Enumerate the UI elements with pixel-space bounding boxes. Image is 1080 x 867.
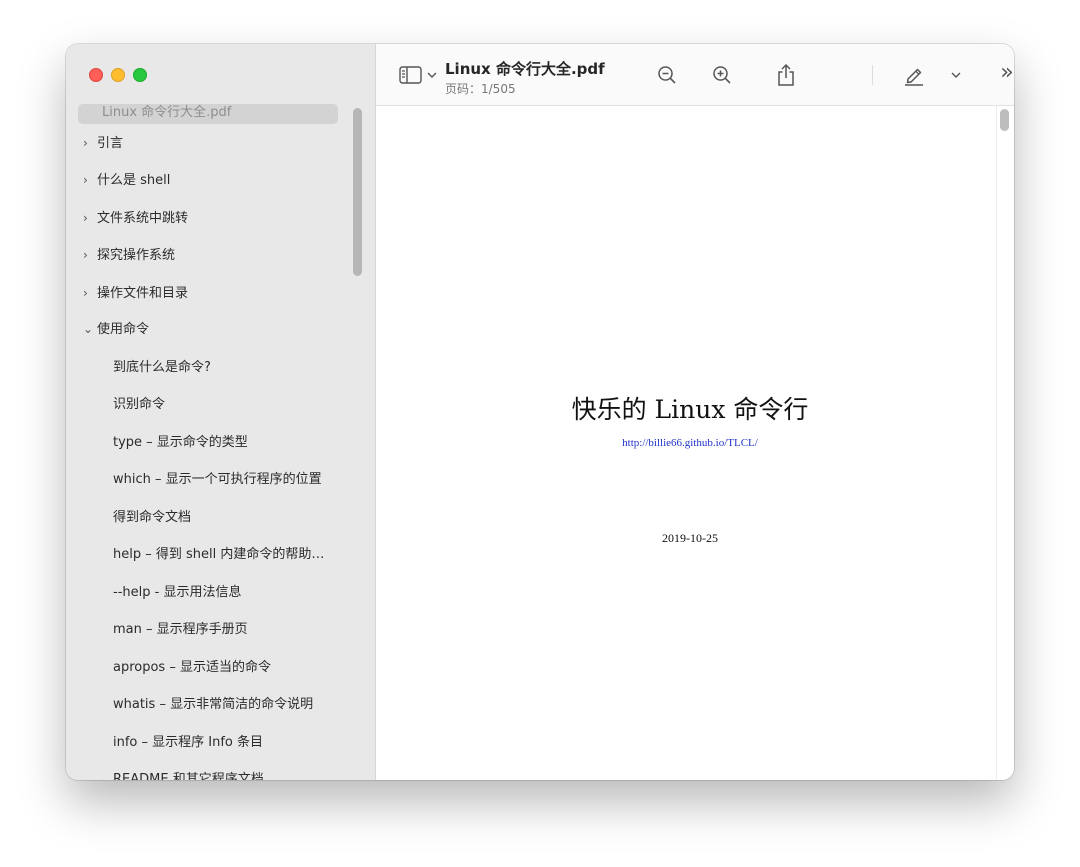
pdf-link[interactable]: http://billie66.github.io/TLCL/ [376,437,1004,449]
toolbar: Linux 命令行大全.pdf 页码：1/505 » [376,44,1014,106]
toc-subitem[interactable]: type – 显示命令的类型 [66,432,248,454]
page-edge [996,106,997,780]
toc-item-expanded[interactable]: ⌄ 使用命令 [66,319,149,341]
toc-subitem[interactable]: man – 显示程序手册页 [66,619,248,641]
toc-subitem[interactable]: --help - 显示用法信息 [66,582,241,604]
toc-item[interactable]: › 引言 [66,132,123,154]
document-pane[interactable]: 快乐的 Linux 命令行 http://billie66.github.io/… [376,106,1014,780]
toc-subitem[interactable]: info – 显示程序 Info 条目 [66,732,263,754]
toc-item-label: 操作文件和目录 [97,286,189,301]
zoom-in-icon [713,66,731,84]
toc-item-label: 文件系统中跳转 [97,211,189,226]
toc-subitem[interactable]: whatis – 显示非常简洁的命令说明 [66,694,313,716]
toc-item[interactable]: › 操作文件和目录 [66,282,188,304]
toc-item-label: 什么是 shell [97,173,171,188]
chevron-down-icon[interactable]: ⌄ [83,318,95,340]
zoom-in-button[interactable] [709,62,735,88]
more-chevrons-icon: » [1000,59,1014,85]
document-title-block: Linux 命令行大全.pdf 页码：1/505 [445,58,605,97]
toc-subitem[interactable]: 得到命令文档 [66,507,191,529]
toc-subitem[interactable]: README 和其它程序文档 [66,769,264,780]
preview-window: Linux 命令行大全.pdf › 引言 › 什么是 shell › 文件系统中跳转 … [66,44,1014,780]
document-row[interactable]: Linux 命令行大全.pdf [78,104,338,124]
toc-item[interactable]: › 探究操作系统 [66,244,175,266]
share-icon [778,63,794,86]
chevron-right-icon[interactable]: › [83,244,95,266]
chevron-right-icon[interactable]: › [83,282,95,304]
markup-button[interactable] [901,62,927,88]
sidebar: Linux 命令行大全.pdf › 引言 › 什么是 shell › 文件系统中跳转 … [66,44,376,780]
sidebar-toggle-icon [399,66,422,84]
toc-item-label: 探究操作系统 [97,248,176,263]
toc-subitem[interactable]: which – 显示一个可执行程序的位置 [66,469,322,491]
chevron-right-icon[interactable]: › [83,169,95,191]
markup-menu-button[interactable] [946,62,966,88]
page-indicator: 页码：1/505 [445,82,516,96]
document-title: Linux 命令行大全.pdf [445,60,605,78]
toc-subitem[interactable]: 到底什么是命令? [66,357,211,379]
pdf-page-title: 快乐的 Linux 命令行 [571,395,809,424]
toc-item[interactable]: › 文件系统中跳转 [66,207,188,229]
table-of-contents: Linux 命令行大全.pdf › 引言 › 什么是 shell › 文件系统中跳转 … [66,104,366,780]
toolbar-separator [872,65,873,85]
zoom-button[interactable] [133,68,147,82]
toc-subitem[interactable]: 识别命令 [66,394,165,416]
sidebar-toggle-button[interactable] [398,62,438,88]
document-scrollbar[interactable] [1000,109,1009,131]
zoom-out-button[interactable] [654,62,680,88]
pdf-date: 2019-10-25 [662,531,718,545]
minimize-button[interactable] [111,68,125,82]
highlight-pen-icon [905,68,923,86]
toc-item-label: 使用命令 [97,322,150,337]
share-button[interactable] [773,62,799,88]
close-button[interactable] [89,68,103,82]
chevron-down-icon [951,72,961,78]
sidebar-scrollbar[interactable] [353,108,362,276]
toc-subitem[interactable]: help – 得到 shell 内建命令的帮助… [66,544,324,566]
chevron-right-icon[interactable]: › [83,207,95,229]
toc-item[interactable]: › 什么是 shell [66,169,170,191]
zoom-out-icon [658,66,676,84]
window-controls [89,68,147,82]
chevron-down-icon [427,72,437,78]
chevron-right-icon[interactable]: › [83,132,95,154]
more-button[interactable]: » [994,59,1014,85]
toc-item-label: 引言 [97,136,124,151]
toc-subitem[interactable]: apropos – 显示适当的命令 [66,657,271,679]
